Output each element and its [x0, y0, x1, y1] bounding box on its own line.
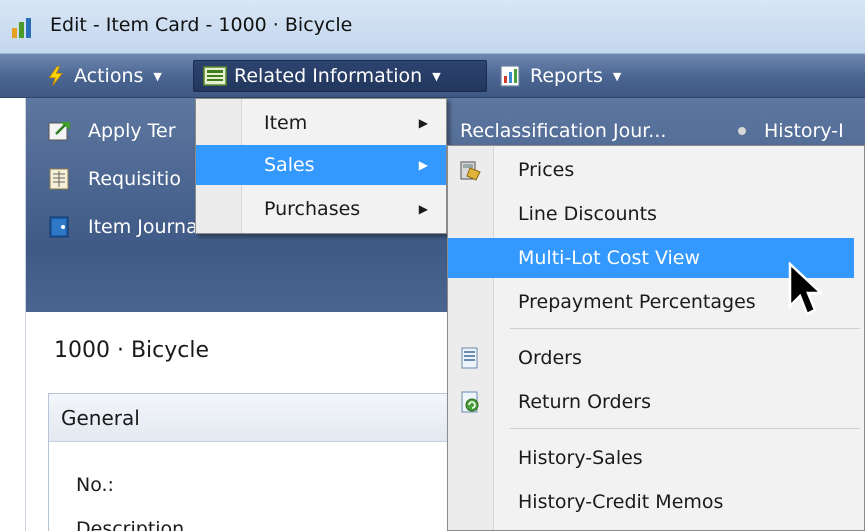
no-field-label: No.: — [76, 474, 114, 496]
menu-item-label: Return Orders — [518, 391, 651, 413]
navigation-pane-edge — [0, 98, 26, 531]
menu-item-sales[interactable]: Sales ▶ — [196, 145, 446, 185]
apply-template-button[interactable]: Apply Ter — [48, 120, 176, 142]
return-orders-icon — [461, 391, 479, 413]
menu-item-label: Multi-Lot Cost View — [518, 247, 701, 269]
menu-item-return-orders[interactable]: Return Orders — [448, 382, 864, 422]
menu-item-label: Purchases — [264, 198, 361, 220]
menu-item-orders[interactable]: Orders — [448, 338, 864, 378]
reclassification-journal-label: Reclassification Jour... — [460, 120, 667, 142]
menu-item-purchases[interactable]: Purchases ▶ — [196, 189, 446, 229]
dynamics-app-icon — [12, 18, 31, 38]
related-information-menu: Item ▶ Sales ▶ Purchases ▶ — [195, 98, 447, 234]
menu-item-label: Item — [264, 112, 308, 134]
item-journal-button[interactable]: Item Journal — [48, 216, 203, 238]
related-information-menu-button[interactable]: Related Information ▼ — [193, 60, 487, 92]
sales-submenu: Prices Line Discounts Multi-Lot Cost Vie… — [447, 145, 865, 531]
menu-item-item[interactable]: Item ▶ — [196, 103, 446, 143]
reclassification-journal-button[interactable]: Reclassification Jour... — [460, 120, 666, 142]
chevron-down-icon: ▼ — [612, 69, 622, 83]
window-title: Edit - Item Card - 1000 · Bicycle — [50, 14, 353, 36]
menu-item-line-discounts[interactable]: Line Discounts — [448, 194, 864, 234]
reports-menu-button[interactable]: Reports ▼ — [490, 60, 629, 92]
menu-separator — [510, 428, 860, 429]
chevron-down-icon: ▼ — [432, 69, 441, 83]
orders-icon — [461, 347, 478, 369]
menu-item-history-credit-memos[interactable]: History-Credit Memos — [448, 482, 864, 522]
submenu-arrow-icon: ▶ — [418, 202, 428, 216]
general-tab-label: General — [61, 405, 140, 430]
bullet-icon — [738, 127, 746, 135]
related-information-label: Related Information — [234, 65, 423, 87]
apply-template-label: Apply Ter — [88, 120, 176, 142]
submenu-arrow-icon: ▶ — [418, 116, 428, 130]
worksheet-icon — [49, 168, 69, 190]
requisition-button[interactable]: Requisitio — [48, 168, 181, 190]
apply-template-icon — [48, 122, 70, 141]
actions-label: Actions — [74, 65, 144, 87]
record-heading: 1000 · Bicycle — [54, 338, 210, 363]
menu-item-label: Sales — [264, 154, 315, 176]
reports-icon — [500, 65, 520, 87]
reports-label: Reports — [530, 65, 603, 87]
history-button[interactable]: History-I — [738, 120, 844, 142]
actions-menu-button[interactable]: Actions ▼ — [38, 60, 170, 92]
item-journal-label: Item Journal — [88, 216, 204, 238]
mouse-pointer-icon — [788, 262, 822, 316]
chevron-down-icon: ▼ — [153, 69, 162, 83]
related-info-icon — [203, 66, 227, 86]
submenu-arrow-icon: ▶ — [418, 158, 428, 172]
history-label: History-I — [764, 120, 844, 142]
menu-item-label: Line Discounts — [518, 203, 657, 225]
journal-icon — [49, 216, 69, 238]
title-bar: Edit - Item Card - 1000 · Bicycle — [0, 0, 865, 54]
requisition-label: Requisitio — [88, 168, 181, 190]
lightning-icon — [48, 66, 63, 86]
menu-item-label: Prices — [518, 159, 575, 181]
menu-item-label: History-Credit Memos — [518, 491, 724, 513]
menu-item-label: Prepayment Percentages — [518, 291, 756, 313]
menu-item-history-sales[interactable]: History-Sales — [448, 438, 864, 478]
menu-item-prices[interactable]: Prices — [448, 150, 864, 190]
prices-icon — [460, 161, 481, 181]
menu-separator — [510, 328, 860, 329]
description-field-label: Description — [76, 518, 185, 531]
menu-item-label: History-Sales — [518, 447, 643, 469]
menu-item-label: Orders — [518, 347, 582, 369]
command-bar: Actions ▼ Related Information ▼ Reports … — [0, 54, 865, 98]
